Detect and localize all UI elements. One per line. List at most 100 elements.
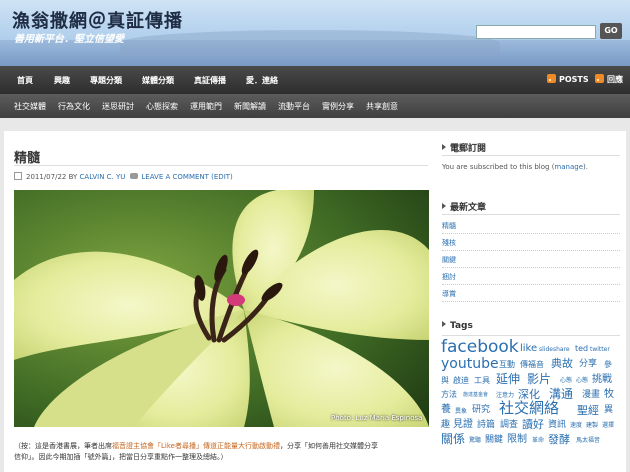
tags-title: Tags [442, 321, 473, 331]
tag-link[interactable]: 影片 [527, 373, 551, 385]
tag-link[interactable]: 社交網絡 [499, 401, 559, 416]
tag-link[interactable]: 驚聽 [469, 438, 481, 444]
nav-item-evangelism[interactable]: 真証傳播 [194, 75, 226, 86]
leave-comment-link[interactable]: LEAVE A COMMENT [141, 173, 209, 181]
tag-link[interactable]: 啟迪 [453, 377, 469, 385]
arrow-icon [442, 144, 446, 150]
site-tagline: 善用新平台．堅立信望愛 [14, 34, 124, 45]
tag-link[interactable]: 異 [604, 406, 613, 415]
tag-link[interactable]: facebook [441, 339, 519, 356]
edit-link[interactable]: (EDIT) [211, 173, 233, 181]
tag-link[interactable]: 馬太福音 [576, 438, 600, 444]
secondary-nav: 社交媒體 行為文化 迷思研討 心態探索 運用範門 新聞解讀 流動平台 實例分享 … [0, 94, 630, 118]
email-subscription-title: 電郵訂閱 [442, 141, 486, 154]
tag-link[interactable]: 研究 [472, 406, 490, 415]
nav-item-contact[interactable]: 愛．連絡 [246, 75, 278, 86]
recent-post-link[interactable]: 精髓 [442, 220, 620, 234]
rss-icon [595, 74, 604, 83]
tag-link[interactable]: twitter [590, 347, 610, 353]
tag-link[interactable]: 分享 [579, 360, 597, 369]
post-title[interactable]: 精髓 [14, 147, 40, 166]
tag-link[interactable]: 詩篇 [477, 421, 495, 430]
tag-link[interactable]: 趣 [441, 421, 450, 430]
search-input[interactable] [476, 25, 596, 39]
subnav-item[interactable]: 流動平台 [278, 101, 310, 112]
tag-link[interactable]: 漫畫 [582, 391, 600, 400]
arrow-icon [442, 203, 446, 209]
photo-credit: Photo: Luz Maria Espinosa [331, 414, 423, 422]
tag-link[interactable]: 施達基金會 [463, 393, 488, 398]
tag-link[interactable]: 發酵 [548, 434, 570, 445]
tag-link[interactable]: 速度 [570, 423, 582, 429]
site-header: 漁翁撒網＠真証傳播 善用新平台．堅立信望愛 GO [0, 0, 630, 66]
divider [14, 165, 428, 166]
feed-posts[interactable]: POSTS [547, 74, 589, 84]
tag-link[interactable]: 心態 [560, 378, 572, 384]
tag-link[interactable]: 革命 [532, 438, 544, 444]
tag-link[interactable]: 見證 [453, 420, 473, 430]
post-date: 2011/07/22 [26, 173, 67, 181]
nav-item-topics[interactable]: 專題分類 [90, 75, 122, 86]
subnav-item[interactable]: 心態探索 [146, 101, 178, 112]
tag-link[interactable]: 養 [441, 405, 451, 415]
nav-item-media[interactable]: 媒體分類 [142, 75, 174, 86]
divider [442, 155, 620, 156]
author-link[interactable]: CALVIN C. YU [80, 173, 126, 181]
primary-nav: 首頁 興趣 專題分類 媒體分類 真証傳播 愛．連絡 POSTS 回應 [0, 66, 630, 94]
tag-link[interactable]: 方法 [441, 391, 457, 399]
nav-item-home[interactable]: 首頁 [17, 75, 33, 86]
divider [442, 335, 620, 336]
tag-link[interactable]: 關係 [441, 433, 465, 445]
tag-link[interactable]: 挑戰 [592, 375, 612, 385]
rss-icon [547, 74, 556, 83]
tag-link[interactable]: 工具 [474, 377, 490, 385]
tag-link[interactable]: 典故 [551, 358, 573, 369]
tag-link[interactable]: 互動 [499, 361, 515, 369]
arrow-icon [442, 321, 446, 327]
tag-link[interactable]: 資訊 [548, 421, 566, 430]
recent-post-link[interactable]: 殘核 [442, 237, 620, 251]
recent-post-link[interactable]: 導賞 [442, 288, 620, 302]
post-photo [14, 190, 429, 427]
post-meta: 2011/07/22 BY CALVIN C. YU LEAVE A COMMEN… [14, 172, 233, 181]
comment-icon [130, 173, 139, 179]
tag-link[interactable]: 異象 [455, 409, 467, 415]
recent-post-link[interactable]: 關鍵 [442, 254, 620, 268]
tag-link[interactable]: slideshare [539, 347, 570, 353]
subnav-item[interactable]: 社交媒體 [14, 101, 46, 112]
subnav-item[interactable]: 新聞解讀 [234, 101, 266, 112]
tag-link[interactable]: 讀好 [522, 419, 544, 430]
tag-link[interactable]: ted [575, 345, 588, 353]
tag-link[interactable]: 與 [441, 377, 449, 385]
tag-link[interactable]: 參 [604, 361, 612, 369]
tag-link[interactable]: 選擇 [602, 423, 614, 429]
nav-item-interest[interactable]: 興趣 [54, 75, 70, 86]
subnav-item[interactable]: 共享創意 [366, 101, 398, 112]
tag-link[interactable]: like [520, 344, 537, 354]
recent-post-link[interactable]: 捆討 [442, 271, 620, 285]
subscription-status: You are subscribed to this blog (manage)… [442, 163, 588, 171]
search-button[interactable]: GO [600, 23, 622, 39]
tag-link[interactable]: 心態 [576, 378, 588, 384]
post-caption: （按：這是香港書展，筆者出席福音證主協會「Like者尋播」傳道正能量大行動啟動禮… [14, 442, 378, 461]
tag-link[interactable]: 關鍵 [485, 436, 503, 445]
post-by: BY [68, 173, 78, 181]
tag-link[interactable]: 聖經 [577, 405, 599, 416]
tag-link[interactable]: 牧 [604, 390, 614, 400]
subnav-item[interactable]: 實例分享 [322, 101, 354, 112]
tag-link[interactable]: 調查 [500, 421, 518, 430]
tag-link[interactable]: youtube [441, 357, 499, 371]
subnav-item[interactable]: 迷思研討 [102, 101, 134, 112]
feed-comments[interactable]: 回應 [595, 74, 623, 85]
tag-link[interactable]: 限制 [507, 435, 527, 445]
tag-link[interactable]: 建製 [586, 423, 598, 429]
manage-link[interactable]: manage [554, 163, 583, 171]
calendar-icon [14, 172, 22, 180]
tag-link[interactable]: 延伸 [496, 373, 520, 385]
subnav-item[interactable]: 運用範門 [190, 101, 222, 112]
tag-link[interactable]: 傳福音 [520, 361, 544, 369]
subnav-item[interactable]: 行為文化 [58, 101, 90, 112]
event-link[interactable]: 福音證主協會「Like者尋播」傳道正能量大行動啟動禮 [112, 442, 280, 450]
divider [442, 214, 620, 215]
lily-flower-image [14, 190, 429, 427]
